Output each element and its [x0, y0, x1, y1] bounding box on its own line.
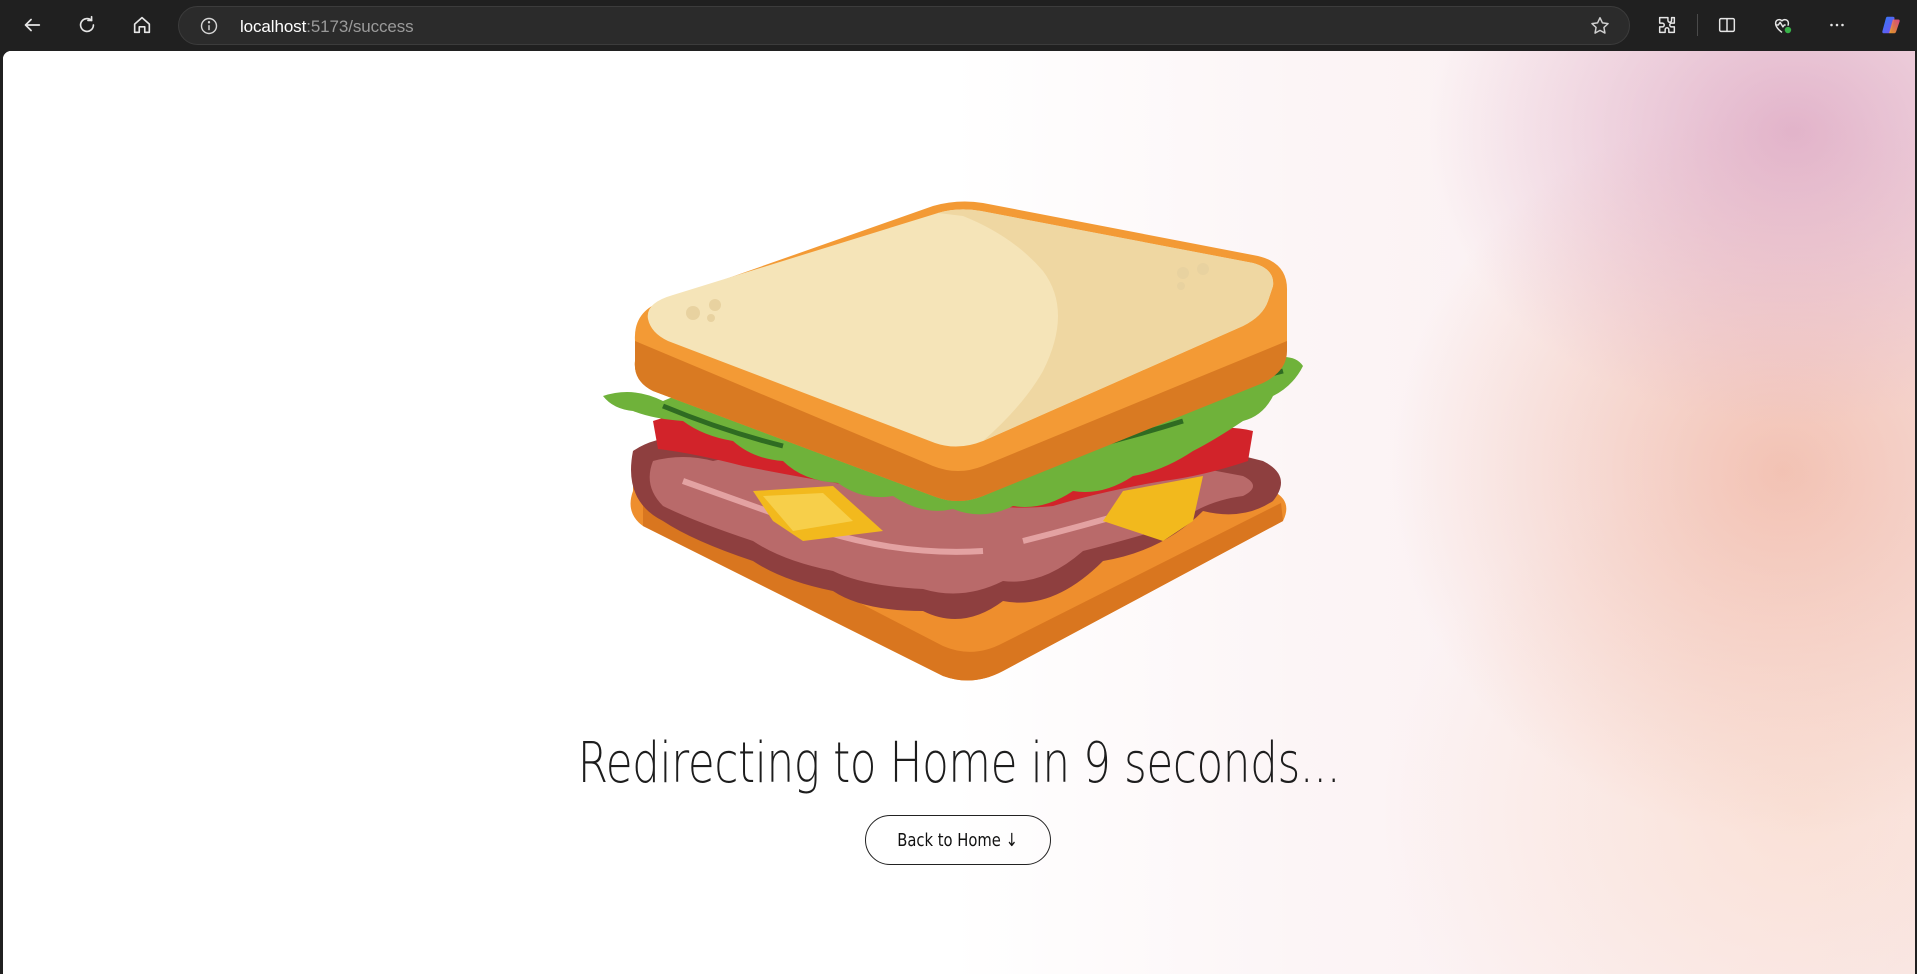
- page-viewport: Redirecting to Home in 9 seconds... Back…: [3, 51, 1915, 974]
- browser-toolbar: localhost:5173/success: [0, 0, 1917, 50]
- refresh-icon[interactable]: [69, 8, 105, 42]
- site-info-icon[interactable]: [199, 16, 219, 36]
- browser-essentials-icon[interactable]: [1764, 8, 1800, 42]
- back-to-home-label: Back to Home ↓: [897, 829, 1019, 851]
- back-to-home-button[interactable]: Back to Home ↓: [865, 815, 1051, 865]
- home-icon[interactable]: [124, 8, 160, 42]
- redirect-message: Redirecting to Home in 9 seconds...: [577, 731, 1341, 796]
- split-screen-icon[interactable]: [1709, 8, 1745, 42]
- toolbar-divider: [1697, 14, 1698, 36]
- extensions-icon[interactable]: [1649, 8, 1685, 42]
- address-bar[interactable]: localhost:5173/success: [178, 6, 1630, 45]
- favorite-star-icon[interactable]: [1589, 15, 1611, 37]
- url-text: localhost:5173/success: [240, 17, 414, 36]
- more-options-icon[interactable]: [1819, 8, 1855, 42]
- back-arrow-icon[interactable]: [14, 8, 50, 42]
- copilot-icon[interactable]: [1873, 8, 1909, 42]
- sandwich-illustration: [603, 201, 1303, 681]
